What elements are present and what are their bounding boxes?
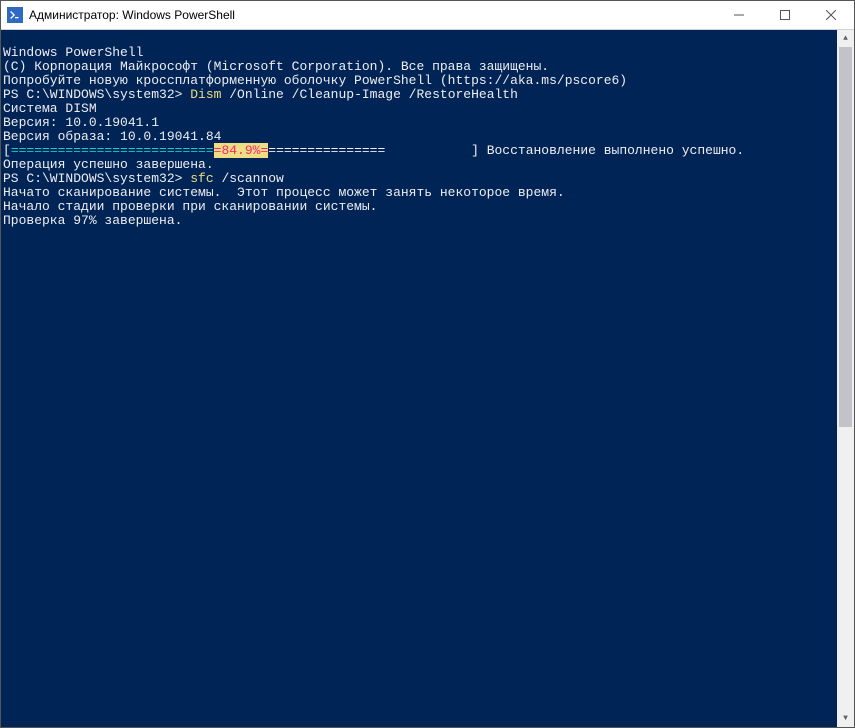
progress-percent: =84.9%= <box>214 143 269 158</box>
progress-remainder: =============== ] <box>268 143 486 158</box>
command-args: /scannow <box>214 171 284 186</box>
window-controls <box>716 1 854 29</box>
output-line: Проверка 97% завершена. <box>3 214 854 228</box>
output-line: Версия: 10.0.19041.1 <box>3 116 854 130</box>
minimize-button[interactable] <box>716 1 762 29</box>
vertical-scrollbar[interactable]: ▲ ▼ <box>837 30 854 727</box>
scroll-down-arrow[interactable]: ▼ <box>837 710 854 727</box>
prompt: PS C:\WINDOWS\system32> <box>3 87 190 102</box>
output-line: Попробуйте новую кроссплатформенную обол… <box>3 74 854 88</box>
scroll-track[interactable] <box>837 47 854 710</box>
prompt: PS C:\WINDOWS\system32> <box>3 171 190 186</box>
output-line: Начато сканирование системы. Этот процес… <box>3 186 854 200</box>
progress-bracket: [ <box>3 143 11 158</box>
output-line: Начало стадии проверки при сканировании … <box>3 200 854 214</box>
command-args: /Online /Cleanup-Image /RestoreHealth <box>221 87 517 102</box>
scroll-up-arrow[interactable]: ▲ <box>837 30 854 47</box>
command: sfc <box>190 171 213 186</box>
scroll-thumb[interactable] <box>839 47 852 427</box>
titlebar[interactable]: Администратор: Windows PowerShell <box>1 1 854 30</box>
terminal-output[interactable]: Windows PowerShell(C) Корпорация Майкрос… <box>1 30 854 727</box>
prompt-line: PS C:\WINDOWS\system32> Dism /Online /Cl… <box>3 88 854 102</box>
output-line: Cистема DISM <box>3 102 854 116</box>
progress-fill: ========================== <box>11 143 214 158</box>
powershell-window: Администратор: Windows PowerShell Window… <box>0 0 855 728</box>
progress-line: [===========================84.9%=======… <box>3 144 854 158</box>
output-line: Версия образа: 10.0.19041.84 <box>3 130 854 144</box>
powershell-icon <box>7 7 23 23</box>
maximize-button[interactable] <box>762 1 808 29</box>
prompt-line: PS C:\WINDOWS\system32> sfc /scannow <box>3 172 854 186</box>
close-button[interactable] <box>808 1 854 29</box>
output-line: (C) Корпорация Майкрософт (Microsoft Cor… <box>3 60 854 74</box>
command: Dism <box>190 87 221 102</box>
progress-status: Восстановление выполнено успешно. <box>487 143 744 158</box>
window-title: Администратор: Windows PowerShell <box>29 8 716 22</box>
output-line: Операция успешно завершена. <box>3 158 854 172</box>
output-line: Windows PowerShell <box>3 46 854 60</box>
